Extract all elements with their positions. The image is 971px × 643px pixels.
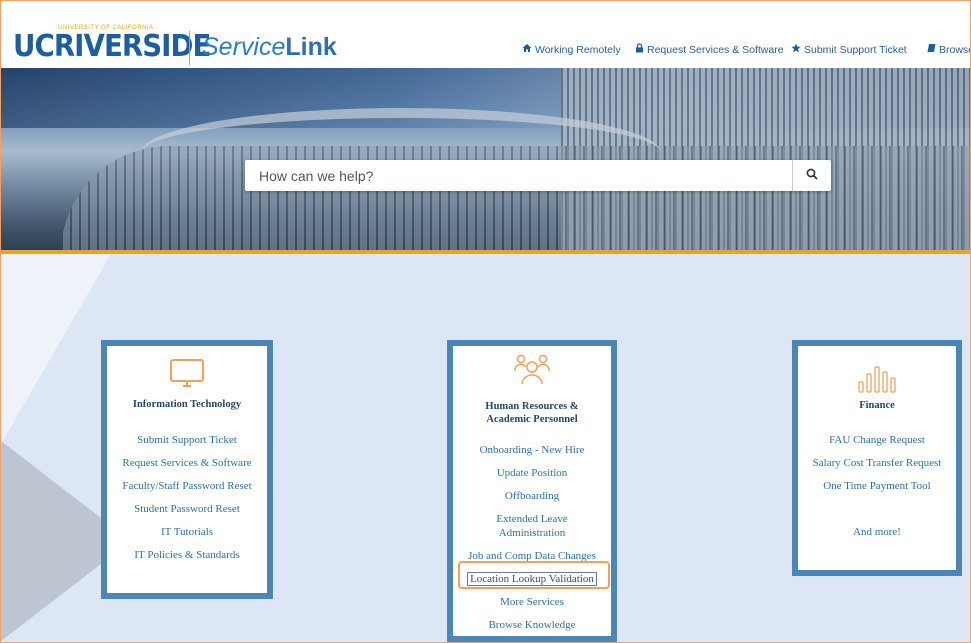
nav-label: Request Services & Software <box>647 43 784 56</box>
nav-label: Submit Support Ticket <box>804 43 907 56</box>
link-onboarding[interactable]: Onboarding - New Hire <box>453 443 611 457</box>
link-faculty-password-reset[interactable]: Faculty/Staff Password Reset <box>107 479 267 493</box>
link-and-more[interactable]: And more! <box>798 525 956 539</box>
nav-request-services[interactable]: Request Services & Software <box>635 43 784 56</box>
link-it-tutorials[interactable]: IT Tutorials <box>107 525 267 539</box>
search-icon <box>806 167 818 185</box>
bar-chart-icon <box>857 364 897 399</box>
home-icon <box>522 43 532 56</box>
link-extended-leave[interactable]: Extended Leave Administration <box>453 512 611 540</box>
decorative-shape <box>1 254 111 444</box>
link-update-position[interactable]: Update Position <box>453 466 611 480</box>
nav-label: Working Remotely <box>535 43 621 56</box>
link-browse-knowledge[interactable]: Browse Knowledge <box>453 618 611 632</box>
nav-browse[interactable]: Browse <box>927 43 971 56</box>
link-student-password-reset[interactable]: Student Password Reset <box>107 502 267 516</box>
search-button[interactable] <box>792 160 831 191</box>
link-one-time-payment[interactable]: One Time Payment Tool <box>798 479 956 493</box>
card-finance: Finance FAU Change Request Salary Cost T… <box>792 340 962 576</box>
link-submit-support-ticket[interactable]: Submit Support Ticket <box>107 433 267 447</box>
people-icon <box>514 353 550 392</box>
site-header: UNIVERSITY OF CALIFORNIA UCRIVERSIDE Ser… <box>1 1 970 68</box>
logo-divider <box>189 31 190 65</box>
search-input[interactable] <box>245 160 785 191</box>
link-request-services[interactable]: Request Services & Software <box>107 456 267 470</box>
logo-servicelink: ServiceLink <box>202 33 337 61</box>
star-icon <box>791 43 801 56</box>
card-information-technology: Information Technology Submit Support Ti… <box>101 340 273 599</box>
nav-working-remotely[interactable]: Working Remotely <box>522 43 621 56</box>
link-salary-cost-transfer[interactable]: Salary Cost Transfer Request <box>790 456 964 470</box>
card-title: Finance <box>859 400 895 411</box>
page-frame: UNIVERSITY OF CALIFORNIA UCRIVERSIDE Ser… <box>0 0 971 643</box>
link-it-policies[interactable]: IT Policies & Standards <box>107 548 267 562</box>
highlight-annotation <box>458 561 610 589</box>
link-offboarding[interactable]: Offboarding <box>453 489 611 503</box>
nav-submit-ticket[interactable]: Submit Support Ticket <box>791 43 907 56</box>
lock-icon <box>635 43 644 56</box>
book-icon <box>927 43 936 56</box>
card-title-line1: Human Resources & <box>485 401 579 412</box>
nav-label: Browse <box>939 43 971 56</box>
link-line: Administration <box>498 527 566 539</box>
link-more-services[interactable]: More Services <box>453 595 611 609</box>
card-title-line2: Academic Personnel <box>486 414 578 425</box>
logo-uc-riverside: UCRIVERSIDE <box>13 29 211 64</box>
monitor-icon <box>169 358 205 395</box>
link-fau-change-request[interactable]: FAU Change Request <box>798 433 956 447</box>
search-bar <box>245 160 831 191</box>
card-title: Information Technology <box>132 399 242 410</box>
link-line: Extended Leave <box>496 513 568 525</box>
card-human-resources: Human Resources & Academic Personnel Onb… <box>447 340 617 642</box>
